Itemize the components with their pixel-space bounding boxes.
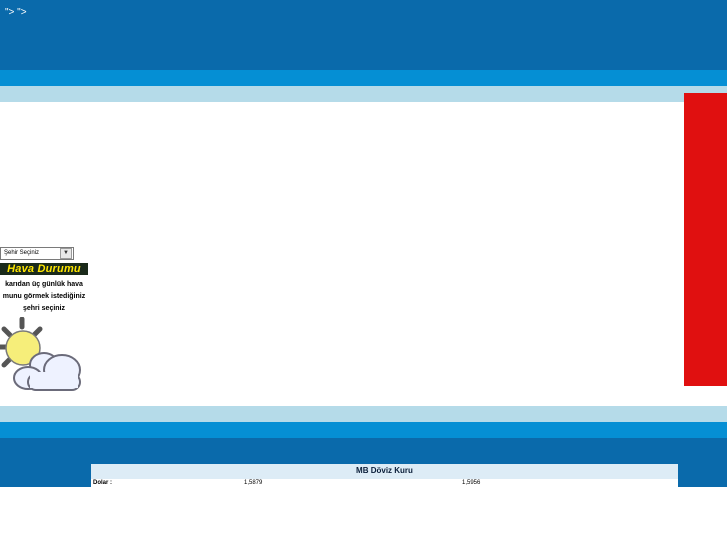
side-banner[interactable] xyxy=(684,93,727,386)
header-stripe-blue xyxy=(0,70,727,86)
weather-instruction-line: munu görmek istediğiniz xyxy=(2,293,86,300)
weather-instruction-line: şehri seçiniz xyxy=(22,305,66,312)
currency-table: MB Döviz Kuru Dolar : 1,5879 1,5956 xyxy=(91,464,678,487)
currency-sell-value: 1,5956 xyxy=(462,480,481,486)
footer-stripe-light xyxy=(0,406,727,422)
weather-widget[interactable]: Hava Durumu karıdan üç günlük hava munu … xyxy=(0,261,88,394)
currency-buy-value: 1,5879 xyxy=(244,480,263,486)
table-row: Dolar : 1,5879 1,5956 xyxy=(91,479,678,487)
currency-label: Dolar : xyxy=(93,480,113,486)
currency-table-title: MB Döviz Kuru xyxy=(356,466,413,475)
header-stripe-light xyxy=(0,86,727,102)
header-band xyxy=(0,0,727,70)
city-select-value: Şehir Seçiniz xyxy=(4,250,40,256)
weather-instruction-line: karıdan üç günlük hava xyxy=(5,281,83,288)
main-content-area xyxy=(0,102,727,406)
stray-markup-text: "> "> xyxy=(5,7,27,18)
chevron-down-icon[interactable]: ▼ xyxy=(60,248,72,259)
weather-title: Hava Durumu xyxy=(0,263,88,275)
sun-cloud-icon xyxy=(0,317,81,391)
footer-stripe-blue xyxy=(0,422,727,438)
